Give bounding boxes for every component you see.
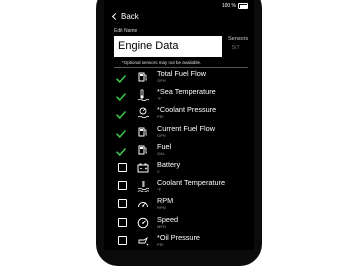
sea-temperature-icon [137, 88, 150, 102]
sensor-row[interactable]: *Sea Temperature °F [104, 86, 254, 104]
tachometer-icon [137, 197, 149, 209]
sensors-label: Sensors [228, 36, 249, 42]
sensor-unit: RPM [157, 205, 166, 211]
sensor-unit: °F [157, 187, 162, 193]
fuel-pump-icon [137, 143, 149, 155]
sensor-row[interactable]: *Oil Pressure PSI [104, 232, 254, 250]
sensor-title: Total Fuel Flow [157, 69, 207, 78]
checkbox[interactable] [118, 235, 127, 245]
sensor-title: *Oil Pressure [157, 232, 200, 242]
sensor-title: Battery [157, 160, 181, 169]
sensor-title: Fuel [157, 141, 172, 151]
sensor-row[interactable]: Speed MPH [104, 214, 254, 232]
checkmark-icon[interactable] [116, 144, 126, 156]
sensor-row[interactable]: Total Fuel Flow GPH [104, 68, 254, 86]
sensor-row[interactable]: RPM RPM [104, 195, 254, 213]
checkmark-icon[interactable] [116, 71, 126, 83]
sensor-title: Current Fuel Flow [157, 123, 215, 133]
back-button[interactable]: Back [111, 12, 139, 21]
sensor-row[interactable]: Coolant Temperature °F [104, 177, 254, 195]
sensor-unit: PSI [157, 114, 164, 120]
battery-status-icon [238, 3, 248, 9]
sensor-title: *Coolant Pressure [157, 105, 217, 115]
battery-icon [137, 161, 149, 173]
sensor-row[interactable]: Fuel GAL [104, 141, 254, 159]
name-input[interactable]: Engine Data [114, 36, 222, 57]
app-screen: 100 % Back Edit Name Engine Data Sensors… [104, 0, 254, 250]
sensor-row[interactable]: Current Fuel Flow GPH [104, 123, 254, 141]
sensor-unit: °F [157, 96, 162, 102]
edit-name-label: Edit Name [114, 28, 138, 34]
speedometer-icon [137, 216, 149, 228]
sensor-unit: GPH [157, 78, 166, 83]
sensor-title: Coolant Temperature [157, 178, 226, 188]
sensors-count: 5/7 [232, 45, 240, 51]
fuel-pump-icon [137, 125, 149, 137]
checkmark-icon[interactable] [116, 126, 126, 138]
sensor-unit: PSI [157, 241, 164, 247]
sensor-unit: V [157, 169, 160, 174]
sensor-title: RPM [157, 196, 174, 206]
coolant-temperature-icon [137, 179, 150, 193]
checkbox[interactable] [118, 181, 127, 191]
checkmark-icon[interactable] [116, 89, 126, 101]
checkmark-icon[interactable] [116, 107, 126, 120]
sensor-title: Speed [157, 214, 179, 224]
checkbox[interactable] [118, 217, 127, 227]
oil-can-icon [137, 234, 149, 246]
battery-percent: 100 % [221, 3, 236, 9]
sensor-title: *Sea Temperature [157, 87, 216, 97]
sensor-unit: GAL [157, 150, 166, 156]
checkbox[interactable] [118, 199, 127, 209]
fuel-pump-icon [137, 70, 149, 82]
sensor-row[interactable]: Battery V [104, 159, 254, 177]
coolant-pressure-icon [137, 106, 150, 119]
sensor-unit: GPH [157, 132, 166, 138]
status-bar: 100 % [222, 3, 248, 9]
sensor-unit: MPH [157, 223, 166, 229]
optional-sensors-note: *Optional sensors may not be available. [122, 60, 202, 65]
sensor-row[interactable]: *Coolant Pressure PSI [104, 104, 254, 122]
back-label: Back [121, 12, 139, 21]
checkbox[interactable] [118, 163, 127, 172]
chevron-left-icon [111, 12, 120, 21]
